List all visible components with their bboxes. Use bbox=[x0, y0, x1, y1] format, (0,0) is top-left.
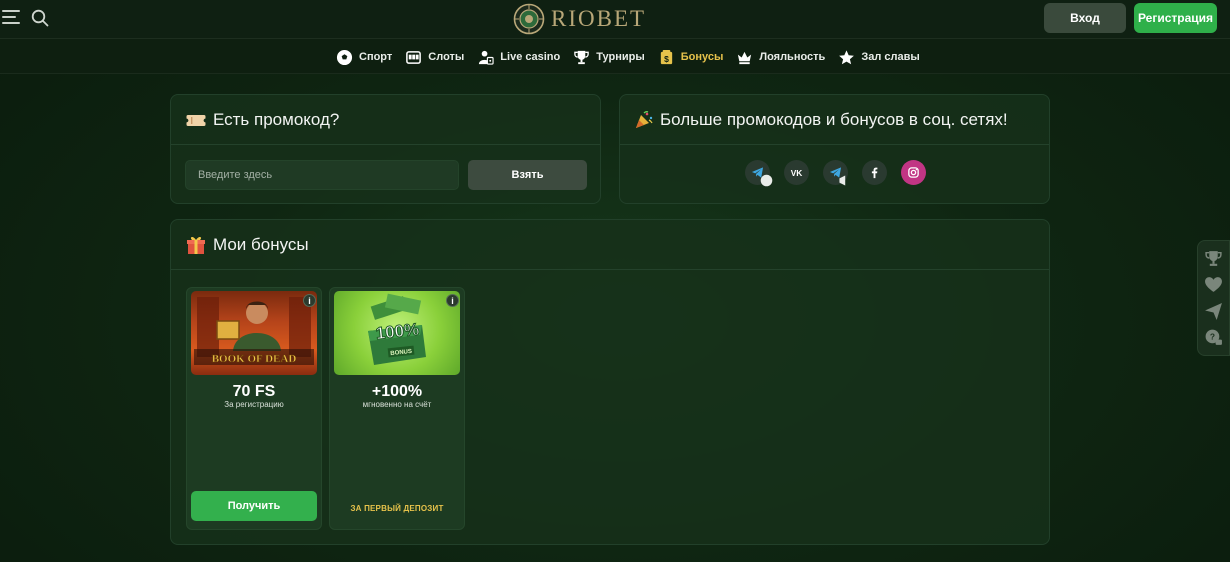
nav-item-label: Лояльность bbox=[759, 51, 826, 63]
register-button[interactable]: Регистрация bbox=[1134, 3, 1217, 33]
bonus-condition: ЗА ПЕРВЫЙ ДЕПОЗИТ bbox=[350, 504, 444, 513]
bonus-info-icon[interactable]: i bbox=[446, 294, 459, 307]
logo-emblem-icon bbox=[513, 3, 545, 35]
chat-bubble-icon bbox=[760, 174, 773, 187]
top-header: RIOBET Вход Регистрация bbox=[0, 0, 1230, 38]
support-chat-icon[interactable]: ? bbox=[1204, 328, 1223, 347]
my-bonuses-title: Мои бонусы bbox=[213, 234, 309, 254]
send-icon[interactable] bbox=[1204, 302, 1223, 321]
bonus-card-first-deposit: 100% BONUS i +100% мгновенно на счёт ЗА … bbox=[329, 287, 465, 530]
bonus-description: мгновенно на счёт bbox=[362, 400, 432, 409]
telegram-chat-link[interactable] bbox=[745, 160, 773, 187]
nav-item-label: Слоты bbox=[428, 51, 465, 63]
social-panel: Больше промокодов и бонусов в соц. сетях… bbox=[619, 94, 1050, 204]
bonus-amount: +100% bbox=[371, 383, 423, 400]
social-header: Больше промокодов и бонусов в соц. сетях… bbox=[620, 95, 1049, 145]
nav-item-hall-of-fame[interactable]: Зал славы bbox=[838, 49, 920, 66]
trophy-icon[interactable] bbox=[1204, 249, 1223, 268]
svg-text:$: $ bbox=[664, 53, 669, 63]
party-popper-icon bbox=[636, 110, 653, 128]
nav-item-label: Live casino bbox=[500, 51, 561, 63]
bonus-amount: 70 FS bbox=[232, 383, 276, 400]
megaphone-icon bbox=[839, 175, 846, 186]
promo-code-panel: Есть промокод? Взять bbox=[170, 94, 601, 204]
my-bonuses-header: Мои бонусы bbox=[171, 220, 1049, 270]
nav-item-label: Бонусы bbox=[680, 51, 724, 63]
site-logo[interactable]: RIOBET bbox=[513, 3, 646, 35]
main-nav: Спорт Слоты Live casino Турниры $ Бонусы… bbox=[0, 38, 1230, 74]
menu-burger-icon[interactable] bbox=[2, 10, 20, 26]
ticket-icon bbox=[186, 114, 206, 126]
nav-item-label: Зал славы bbox=[861, 51, 920, 63]
facebook-link[interactable] bbox=[862, 160, 887, 185]
bonus-description: За регистрацию bbox=[224, 400, 284, 409]
instagram-icon bbox=[908, 167, 919, 178]
crown-icon bbox=[738, 51, 752, 64]
promo-header: Есть промокод? bbox=[171, 95, 600, 145]
svg-text:VK: VK bbox=[791, 168, 803, 178]
vk-link[interactable]: VK bbox=[784, 160, 809, 185]
slot-machine-icon bbox=[406, 50, 422, 64]
nav-item-sport[interactable]: Спорт bbox=[336, 49, 392, 66]
side-widget: ? bbox=[1197, 240, 1230, 356]
login-button[interactable]: Вход bbox=[1044, 3, 1126, 33]
nav-item-bonuses[interactable]: $ Бонусы bbox=[658, 49, 724, 66]
soccer-ball-icon bbox=[336, 49, 353, 65]
game-art-illustration: BOOK OF DEAD bbox=[194, 297, 314, 365]
search-icon[interactable] bbox=[31, 9, 49, 27]
nav-item-tournaments[interactable]: Турниры bbox=[573, 49, 645, 66]
heart-icon[interactable] bbox=[1204, 275, 1223, 294]
promo-art-illustration: 100% BONUS bbox=[368, 293, 426, 365]
nav-item-live-casino[interactable]: Live casino bbox=[477, 49, 560, 66]
gift-icon bbox=[187, 236, 205, 254]
live-dealer-icon bbox=[479, 50, 494, 65]
vk-icon: VK bbox=[791, 168, 803, 178]
bonus-card-registration: BOOK OF DEAD i 70 FS За регистрацию Полу… bbox=[186, 287, 322, 530]
claim-bonus-button[interactable]: Получить bbox=[191, 491, 317, 521]
promo-submit-button[interactable]: Взять bbox=[468, 160, 587, 190]
facebook-icon bbox=[871, 167, 878, 179]
bonus-info-icon[interactable]: i bbox=[303, 294, 316, 307]
instagram-link[interactable] bbox=[901, 160, 926, 185]
nav-item-label: Турниры bbox=[596, 51, 645, 63]
bonus-icon: $ bbox=[660, 49, 672, 64]
game-art-title: BOOK OF DEAD bbox=[212, 353, 297, 365]
promo-code-input[interactable] bbox=[185, 160, 459, 190]
trophy-icon bbox=[574, 50, 589, 64]
cash-chest-image: 100% BONUS bbox=[334, 291, 460, 375]
my-bonuses-panel: Мои бонусы BOOK OF DEAD i 70 FS За регис… bbox=[170, 219, 1050, 545]
nav-item-loyalty[interactable]: Лояльность bbox=[736, 49, 825, 66]
logo-text: RIOBET bbox=[551, 6, 647, 31]
promo-title: Есть промокод? bbox=[213, 109, 340, 129]
telegram-channel-link[interactable] bbox=[823, 160, 848, 186]
book-of-dead-image: BOOK OF DEAD bbox=[191, 291, 317, 375]
svg-text:?: ? bbox=[1210, 332, 1215, 342]
social-title: Больше промокодов и бонусов в соц. сетях… bbox=[660, 109, 1008, 129]
star-icon bbox=[839, 49, 855, 64]
nav-item-slots[interactable]: Слоты bbox=[405, 49, 464, 66]
nav-item-label: Спорт bbox=[359, 51, 393, 63]
